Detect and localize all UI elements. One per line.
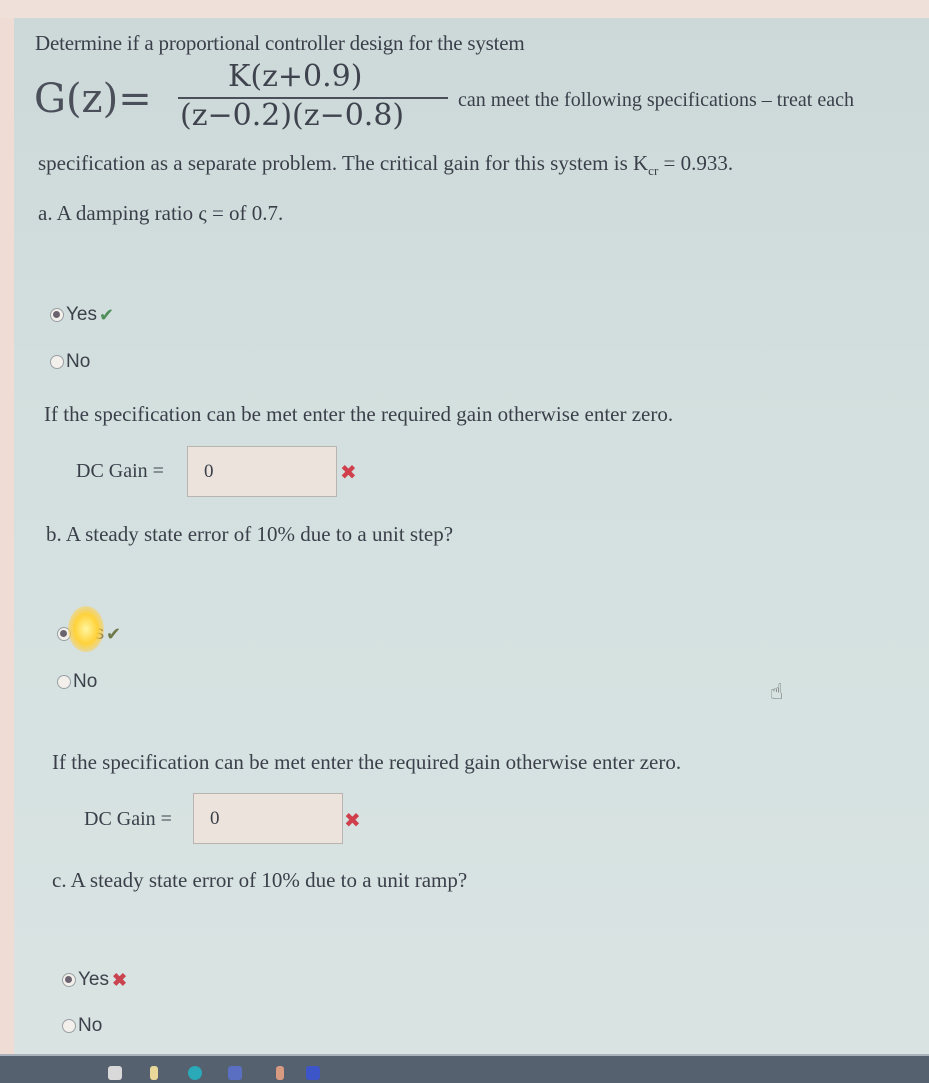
part-b-gain-prompt: If the specification can be met enter th…: [52, 750, 682, 774]
taskbar-app-icon[interactable]: [108, 1066, 122, 1080]
option-label: No: [73, 671, 98, 692]
option-label: No: [66, 351, 91, 372]
taskbar-browser-icon[interactable]: [188, 1066, 202, 1080]
part-c-label: c. A steady state error of 10% due to a …: [52, 868, 468, 892]
part-b-option-no[interactable]: No: [57, 671, 97, 693]
part-c-option-no[interactable]: No: [62, 1015, 102, 1037]
equation-denominator: (z−0.2)(z−0.8): [180, 98, 405, 133]
critical-gain-text: specification as a separate problem. The…: [38, 151, 733, 179]
incorrect-x-icon: ✖: [340, 460, 357, 484]
radio-button-checked[interactable]: [50, 308, 64, 322]
critical-gain-subscript: cr: [648, 163, 659, 179]
part-a-label: a. A damping ratio ς = of 0.7.: [38, 201, 284, 225]
radio-button[interactable]: [50, 355, 64, 369]
hand-pointer-cursor-icon: ☝: [770, 680, 784, 705]
part-a-gain-prompt: If the specification can be met enter th…: [44, 402, 674, 426]
part-b-label: b. A steady state error of 10% due to a …: [46, 522, 454, 546]
taskbar-app-icon[interactable]: [306, 1066, 320, 1080]
option-label: Yes: [78, 969, 109, 990]
critical-gain-value: = 0.933.: [658, 151, 734, 175]
taskbar: [0, 1054, 929, 1083]
part-b-gain-label: DC Gain =: [84, 808, 172, 830]
equation-numerator: K(z+0.9): [228, 59, 363, 94]
incorrect-x-icon: ✖: [344, 808, 361, 832]
part-a-dc-gain-input[interactable]: [187, 446, 337, 497]
part-a-gain-label: DC Gain =: [76, 460, 164, 482]
taskbar-app-icon[interactable]: [150, 1066, 158, 1080]
part-b-dc-gain-input[interactable]: [193, 793, 343, 844]
part-a-option-no[interactable]: No: [50, 351, 90, 373]
radio-button[interactable]: [57, 675, 71, 689]
option-label: Yes: [66, 304, 97, 325]
taskbar-app-icon[interactable]: [228, 1066, 242, 1080]
check-icon: ✔: [99, 304, 115, 325]
incorrect-x-icon: ✖: [112, 969, 128, 990]
radio-button[interactable]: [62, 1019, 76, 1033]
part-c-option-yes[interactable]: Yes ✖: [62, 969, 127, 991]
equation-trailing-text: can meet the following specifications – …: [458, 89, 854, 111]
option-label: No: [78, 1015, 103, 1036]
check-icon: ✔: [106, 623, 122, 644]
equation-lhs: G(z)=: [34, 76, 152, 122]
critical-gain-prefix: specification as a separate problem. The…: [38, 151, 649, 175]
taskbar-app-icon[interactable]: [276, 1066, 284, 1080]
screen-glare: [68, 606, 104, 652]
screen-top-bezel: [0, 0, 929, 18]
radio-button-checked[interactable]: [62, 973, 76, 987]
part-a-option-yes[interactable]: Yes ✔: [50, 304, 114, 326]
question-intro: Determine if a proportional controller d…: [35, 31, 525, 55]
